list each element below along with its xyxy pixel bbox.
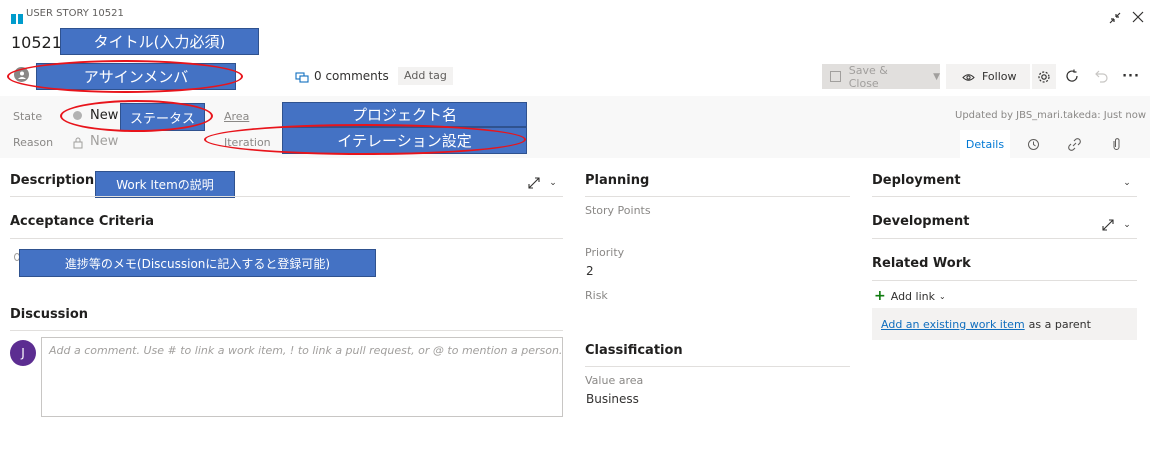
reason-label: Reason — [13, 136, 54, 149]
description-heading[interactable]: Description — [10, 173, 94, 188]
related-work-heading[interactable]: Related Work — [872, 256, 971, 271]
history-icon[interactable] — [1014, 130, 1052, 158]
related-work-box: Add an existing work item as a parent — [872, 308, 1137, 340]
more-actions-icon[interactable]: ··· — [1120, 66, 1142, 86]
deployment-divider — [872, 196, 1137, 197]
value-area-label: Value area — [585, 374, 644, 387]
expand-icon[interactable] — [1100, 217, 1116, 233]
existing-work-item-link[interactable]: Add an existing work item — [881, 318, 1025, 331]
refresh-icon[interactable] — [1063, 66, 1081, 86]
priority-label: Priority — [585, 246, 625, 259]
updated-by-text: Updated by JBS_mari.takeda: Just now — [955, 110, 1146, 121]
add-link-button[interactable]: + Add link ⌄ — [874, 288, 946, 304]
highlight-assign-ellipse — [7, 60, 243, 93]
annotation-work-item-desc: Work Itemの説明 — [95, 171, 235, 198]
comment-placeholder: Add a comment. Use # to link a work item… — [49, 344, 563, 357]
save-close-button[interactable]: Save & Close ▼ — [822, 63, 940, 90]
close-icon[interactable] — [1130, 9, 1146, 25]
link-icon[interactable] — [1055, 130, 1093, 158]
description-divider — [10, 196, 563, 197]
save-icon — [830, 71, 841, 82]
comments-count[interactable]: 0 comments — [314, 69, 389, 83]
classification-heading[interactable]: Classification — [585, 343, 683, 358]
add-link-label: Add link — [890, 289, 935, 303]
area-label: Area — [224, 110, 250, 123]
highlight-state-ellipse — [60, 100, 213, 132]
chevron-down-icon[interactable]: ▼ — [933, 72, 940, 82]
story-points-label: Story Points — [585, 204, 651, 217]
planning-divider — [585, 196, 850, 197]
development-divider — [872, 238, 1137, 239]
annotation-project-name: プロジェクト名 — [282, 102, 527, 127]
avatar-letter: J — [21, 346, 25, 360]
related-work-divider — [872, 280, 1137, 281]
tab-details-label: Details — [965, 137, 1005, 151]
highlight-iteration-ellipse — [204, 124, 526, 155]
attachment-icon[interactable] — [1097, 130, 1135, 158]
reason-value: New — [90, 134, 119, 149]
state-label: State — [13, 110, 43, 123]
chevron-down-icon[interactable]: ⌄ — [1120, 218, 1134, 232]
avatar: J — [10, 340, 36, 366]
as-parent-text: as a parent — [1028, 317, 1091, 331]
undo-icon[interactable] — [1092, 66, 1110, 86]
eye-icon — [962, 67, 975, 86]
development-heading[interactable]: Development — [872, 214, 969, 229]
gear-icon[interactable] — [1032, 64, 1056, 89]
annotation-progress-memo: 進捗等のメモ(Discussionに記入すると登録可能) — [19, 249, 376, 277]
annotation-title-required: タイトル(入力必須) — [60, 28, 259, 55]
discussion-heading[interactable]: Discussion — [10, 307, 88, 322]
save-close-label: Save & Close — [848, 63, 888, 90]
acceptance-criteria-heading[interactable]: Acceptance Criteria — [10, 214, 154, 229]
classification-divider — [585, 366, 850, 367]
acceptance-divider — [10, 238, 563, 239]
work-item-id: 10521 — [11, 33, 62, 52]
work-item-type-label: USER STORY 10521 — [26, 8, 124, 19]
tab-details[interactable]: Details — [960, 130, 1010, 158]
comment-input[interactable]: Add a comment. Use # to link a work item… — [41, 337, 563, 417]
follow-button[interactable]: Follow — [946, 64, 1030, 89]
comments-icon[interactable] — [295, 69, 309, 83]
follow-label: Follow — [982, 70, 1017, 83]
chevron-down-icon: ⌄ — [938, 291, 946, 301]
risk-label: Risk — [585, 289, 608, 302]
discussion-divider — [10, 330, 563, 331]
lock-icon — [73, 134, 83, 153]
priority-value[interactable]: 2 — [586, 264, 594, 278]
collapse-icon[interactable] — [1106, 10, 1124, 26]
expand-icon[interactable] — [526, 175, 542, 191]
planning-heading[interactable]: Planning — [585, 173, 649, 188]
plus-icon: + — [874, 288, 886, 304]
add-tag-button[interactable]: Add tag — [398, 67, 453, 85]
deployment-heading[interactable]: Deployment — [872, 173, 961, 188]
chevron-down-icon[interactable]: ⌄ — [546, 176, 560, 190]
value-area-value[interactable]: Business — [586, 392, 639, 406]
work-item-type-icon — [11, 9, 23, 24]
chevron-down-icon[interactable]: ⌄ — [1120, 176, 1134, 190]
